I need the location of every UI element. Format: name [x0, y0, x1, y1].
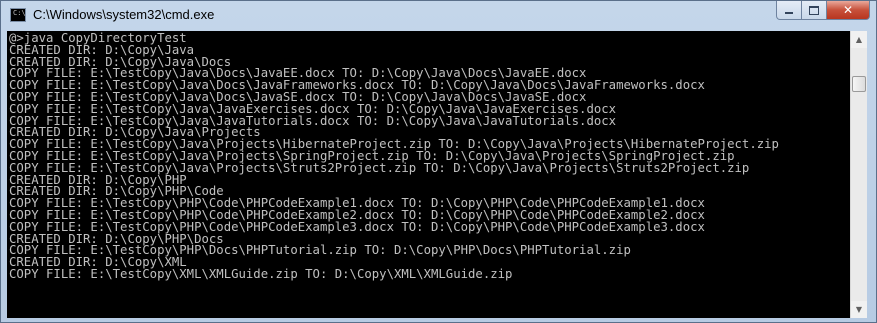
vertical-scrollbar[interactable]: ▲ ▼ [850, 31, 867, 318]
minimize-button[interactable] [776, 1, 802, 20]
scroll-thumb[interactable] [852, 76, 866, 93]
console-line: COPY FILE: E:\TestCopy\XML\XMLGuide.zip … [9, 266, 513, 281]
cmd-icon[interactable]: C:\ [10, 8, 26, 22]
maximize-icon [809, 5, 819, 15]
cmd-icon-glyph: C:\ [13, 9, 26, 17]
cmd-window: C:\ C:\Windows\system32\cmd.exe ✕ @>java… [0, 0, 877, 323]
console-lines: @>java CopyDirectoryTest CREATED DIR: D:\… [9, 32, 779, 281]
minimize-icon [785, 12, 793, 14]
close-button[interactable]: ✕ [827, 1, 870, 20]
scroll-up-icon: ▲ [855, 35, 863, 44]
scroll-down-icon: ▼ [855, 305, 863, 314]
console-output[interactable]: @>java CopyDirectoryTest CREATED DIR: D:\… [7, 31, 850, 318]
scroll-down-button[interactable]: ▼ [851, 301, 867, 318]
window-title: C:\Windows\system32\cmd.exe [33, 7, 215, 22]
scroll-up-button[interactable]: ▲ [851, 31, 867, 48]
maximize-button[interactable] [802, 1, 827, 20]
window-controls: ✕ [776, 1, 870, 20]
close-icon: ✕ [842, 3, 854, 17]
title-bar[interactable]: C:\ C:\Windows\system32\cmd.exe ✕ [1, 1, 876, 31]
